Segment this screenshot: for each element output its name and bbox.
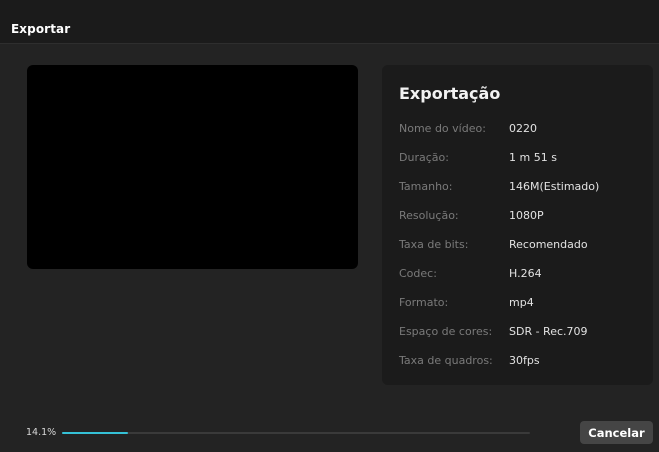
progress-fill bbox=[62, 432, 128, 434]
info-label: Duração: bbox=[399, 151, 449, 164]
info-label: Codec: bbox=[399, 267, 437, 280]
info-value: 146M(Estimado) bbox=[509, 180, 600, 193]
title-bar: Exportar bbox=[0, 0, 659, 44]
video-preview bbox=[27, 65, 358, 269]
info-label: Taxa de quadros: bbox=[399, 354, 493, 367]
export-info-panel: Exportação Nome do vídeo: 0220 Duração: … bbox=[382, 65, 653, 385]
info-value: mp4 bbox=[509, 296, 534, 309]
cancel-button[interactable]: Cancelar bbox=[580, 421, 653, 444]
window-title: Exportar bbox=[11, 22, 71, 36]
info-value: H.264 bbox=[509, 267, 542, 280]
info-label: Nome do vídeo: bbox=[399, 122, 486, 135]
info-label: Formato: bbox=[399, 296, 449, 309]
info-value: 30fps bbox=[509, 354, 540, 367]
info-label: Resolução: bbox=[399, 209, 459, 222]
info-label: Tamanho: bbox=[399, 180, 453, 193]
info-value: Recomendado bbox=[509, 238, 588, 251]
panel-title: Exportação bbox=[399, 84, 501, 103]
progress-percent: 14.1% bbox=[26, 427, 57, 438]
info-value: 1080P bbox=[509, 209, 544, 222]
info-value: 0220 bbox=[509, 122, 537, 135]
footer: 14.1% Cancelar bbox=[0, 396, 659, 452]
info-label: Espaço de cores: bbox=[399, 325, 493, 338]
info-value: 1 m 51 s bbox=[509, 151, 557, 164]
info-label: Taxa de bits: bbox=[399, 238, 469, 251]
export-content: Exportação Nome do vídeo: 0220 Duração: … bbox=[0, 44, 659, 396]
info-value: SDR - Rec.709 bbox=[509, 325, 588, 338]
progress-bar bbox=[62, 432, 530, 434]
